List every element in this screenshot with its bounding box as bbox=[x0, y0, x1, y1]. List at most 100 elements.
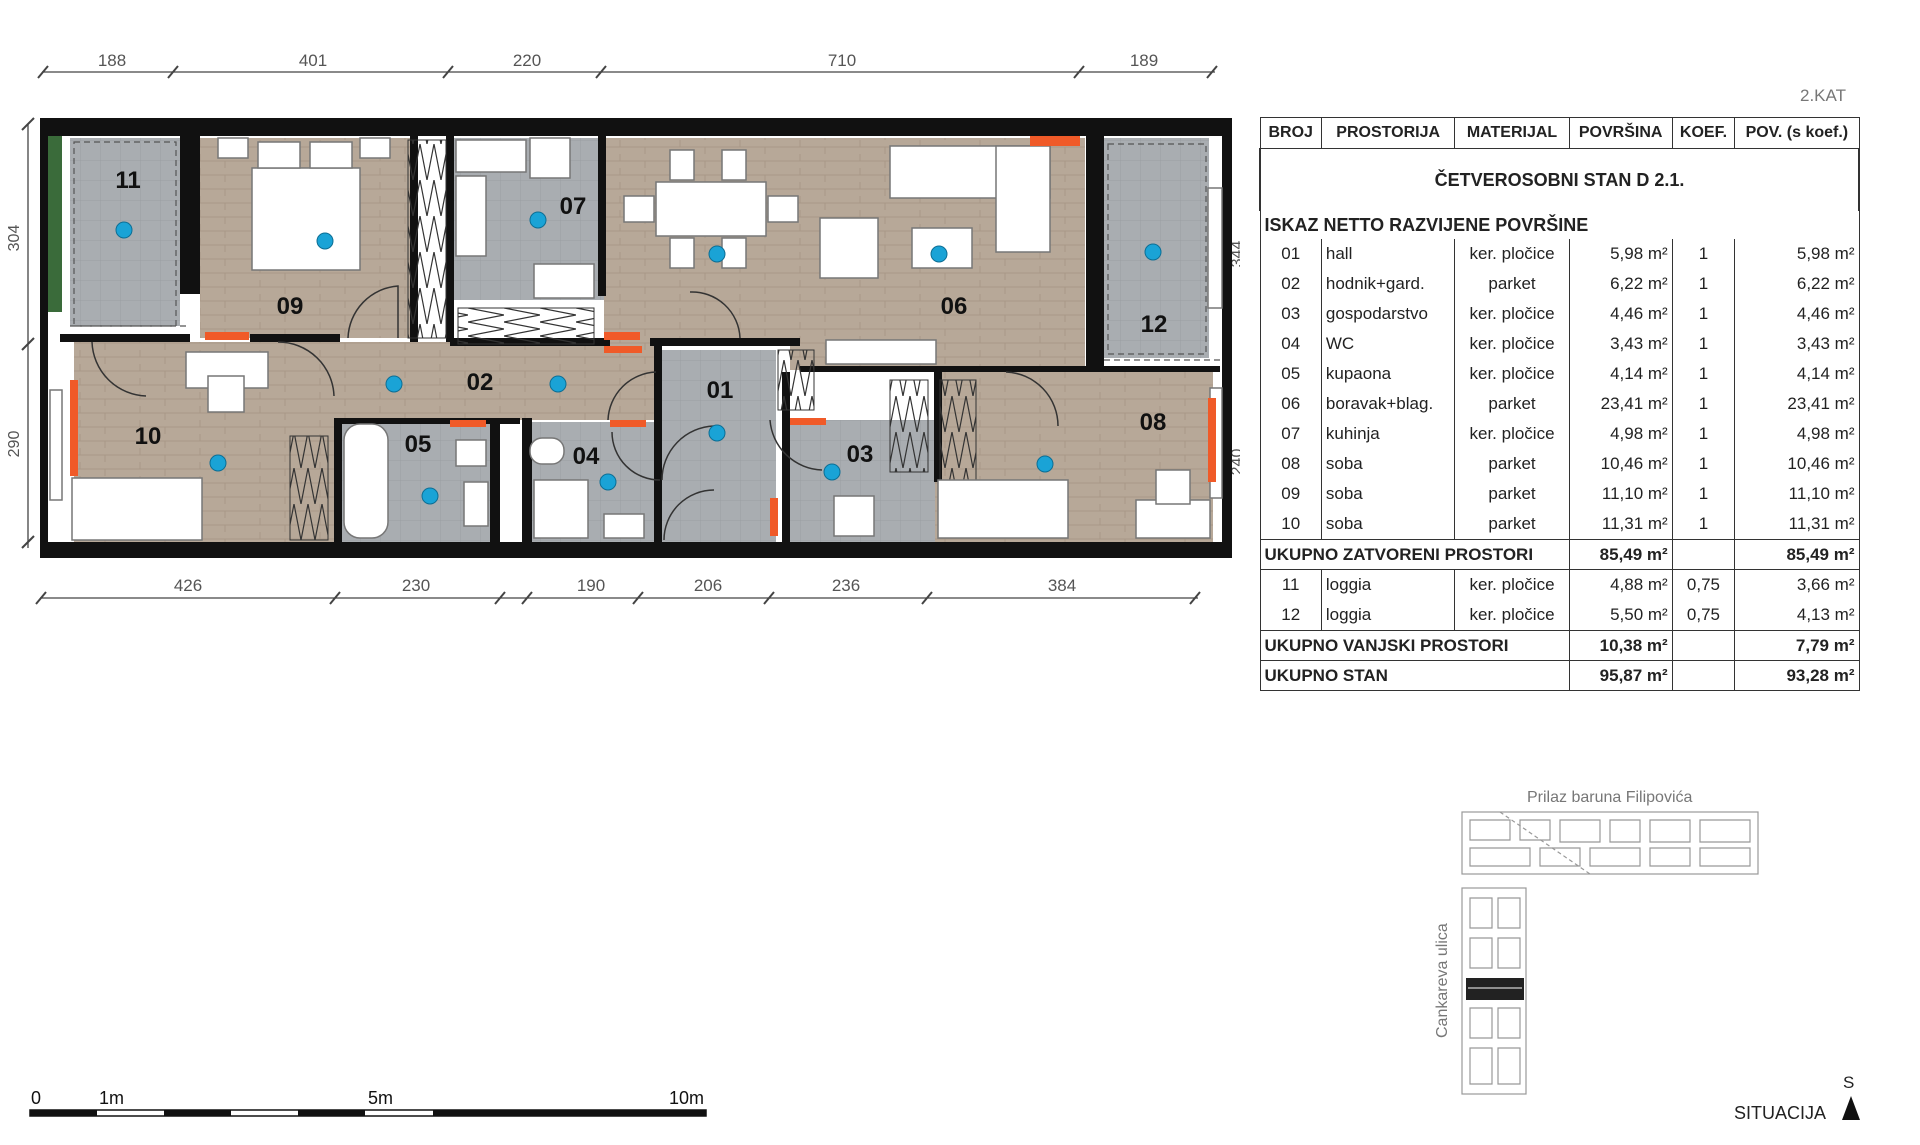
room-area: 11,10 m² bbox=[1568, 479, 1673, 509]
room-label-04: 04 bbox=[573, 443, 600, 470]
col-prostorija: PROSTORIJA bbox=[1320, 117, 1456, 149]
room-area-coef: 11,10 m² bbox=[1734, 479, 1860, 509]
situation-street-top: Prilaz baruna Filipovića bbox=[1527, 789, 1693, 806]
total-open-area: 10,38 m² bbox=[1568, 630, 1673, 661]
room-area-coef: 6,22 m² bbox=[1734, 269, 1860, 299]
room-name: soba bbox=[1320, 479, 1456, 509]
room-number: 09 bbox=[1259, 479, 1322, 509]
room-coef: 1 bbox=[1671, 449, 1736, 479]
north-arrow-icon bbox=[1842, 1096, 1860, 1120]
room-coef: 0,75 bbox=[1671, 569, 1736, 600]
room-area: 5,98 m² bbox=[1568, 239, 1673, 269]
room-area: 4,88 m² bbox=[1568, 569, 1673, 600]
room-number: 05 bbox=[1259, 359, 1322, 389]
room-material: ker. pločice bbox=[1454, 239, 1570, 269]
room-name: WC bbox=[1320, 329, 1456, 359]
table-row: 09 soba parket 11,10 m² 1 11,10 m² bbox=[1259, 479, 1860, 509]
col-koef: KOEF. bbox=[1671, 117, 1736, 149]
room-name: loggia bbox=[1320, 600, 1456, 631]
room-area: 5,50 m² bbox=[1568, 600, 1673, 631]
situation-street-left: Cankareva ulica bbox=[1434, 923, 1451, 1038]
total-all-area-coef: 93,28 m² bbox=[1734, 660, 1860, 691]
scale-label-10m: 10m bbox=[669, 1088, 704, 1108]
total-closed-area: 85,49 m² bbox=[1568, 539, 1673, 570]
total-open-label: UKUPNO VANJSKI PROSTORI bbox=[1259, 630, 1570, 661]
room-material: ker. pločice bbox=[1454, 329, 1570, 359]
room-area-coef: 3,43 m² bbox=[1734, 329, 1860, 359]
dimension-line-top bbox=[37, 65, 1218, 79]
room-area-coef: 4,14 m² bbox=[1734, 359, 1860, 389]
total-closed-row: UKUPNO ZATVORENI PROSTORI 85,49 m² 85,49… bbox=[1259, 539, 1860, 570]
total-all-row: UKUPNO STAN 95,87 m² 93,28 m² bbox=[1259, 660, 1860, 691]
room-area-coef: 23,41 m² bbox=[1734, 389, 1860, 419]
floor-label: 2.KAT bbox=[1800, 86, 1846, 105]
room-number: 11 bbox=[1259, 569, 1322, 600]
room-number: 06 bbox=[1259, 389, 1322, 419]
room-coef: 1 bbox=[1671, 269, 1736, 299]
room-area: 3,43 m² bbox=[1568, 329, 1673, 359]
dim-bottom-3: 190 bbox=[577, 576, 605, 595]
table-row: 05 kupaona ker. pločice 4,14 m² 1 4,14 m² bbox=[1259, 359, 1860, 389]
room-material: parket bbox=[1454, 449, 1570, 479]
room-label-09: 09 bbox=[277, 293, 304, 320]
room-area-coef: 4,13 m² bbox=[1734, 600, 1860, 631]
dimension-line-left bbox=[21, 117, 35, 549]
dimension-line-bottom bbox=[35, 591, 1201, 605]
room-area-coef: 5,98 m² bbox=[1734, 239, 1860, 269]
room-name: gospodarstvo bbox=[1320, 299, 1456, 329]
room-area-coef: 4,46 m² bbox=[1734, 299, 1860, 329]
total-all-label: UKUPNO STAN bbox=[1259, 660, 1570, 691]
total-open-row: UKUPNO VANJSKI PROSTORI 10,38 m² 7,79 m² bbox=[1259, 630, 1860, 661]
room-area: 10,46 m² bbox=[1568, 449, 1673, 479]
dim-bottom-6: 384 bbox=[1048, 576, 1076, 595]
room-label-07: 07 bbox=[560, 193, 587, 220]
scale-label-0: 0 bbox=[31, 1088, 41, 1108]
room-number: 08 bbox=[1259, 449, 1322, 479]
room-area: 23,41 m² bbox=[1568, 389, 1673, 419]
table-row: 10 soba parket 11,31 m² 1 11,31 m² bbox=[1259, 509, 1860, 540]
room-material: ker. pločice bbox=[1454, 419, 1570, 449]
room-material: parket bbox=[1454, 479, 1570, 509]
room-label-06: 06 bbox=[941, 293, 968, 320]
dim-top-3: 220 bbox=[513, 51, 541, 70]
room-label-12: 12 bbox=[1141, 311, 1168, 338]
room-name: hodnik+gard. bbox=[1320, 269, 1456, 299]
room-number: 02 bbox=[1259, 269, 1322, 299]
scale-bar bbox=[29, 1109, 707, 1117]
table-row: 06 boravak+blag. parket 23,41 m² 1 23,41 m² bbox=[1259, 389, 1860, 419]
room-name: soba bbox=[1320, 509, 1456, 540]
room-number: 10 bbox=[1259, 509, 1322, 540]
dim-top-4: 710 bbox=[828, 51, 856, 70]
room-label-01: 01 bbox=[707, 377, 734, 404]
scale-label-1m: 1m bbox=[99, 1088, 124, 1108]
table-row: 08 soba parket 10,46 m² 1 10,46 m² bbox=[1259, 449, 1860, 479]
room-name: hall bbox=[1320, 239, 1456, 269]
room-number: 03 bbox=[1259, 299, 1322, 329]
room-name: loggia bbox=[1320, 569, 1456, 600]
table-row: 04 WC ker. pločice 3,43 m² 1 3,43 m² bbox=[1259, 329, 1860, 359]
total-closed-label: UKUPNO ZATVORENI PROSTORI bbox=[1259, 539, 1570, 570]
table-row: 01 hall ker. pločice 5,98 m² 1 5,98 m² bbox=[1259, 239, 1860, 269]
dim-top-2: 401 bbox=[299, 51, 327, 70]
room-coef: 0,75 bbox=[1671, 600, 1736, 631]
total-closed-area-coef: 85,49 m² bbox=[1734, 539, 1860, 570]
total-open-area-coef: 7,79 m² bbox=[1734, 630, 1860, 661]
situation-map bbox=[1461, 811, 1759, 1095]
dim-top-5: 189 bbox=[1130, 51, 1158, 70]
room-coef: 1 bbox=[1671, 299, 1736, 329]
room-material: parket bbox=[1454, 269, 1570, 299]
room-material: parket bbox=[1454, 389, 1570, 419]
table-row: 03 gospodarstvo ker. pločice 4,46 m² 1 4,46 m… bbox=[1259, 299, 1860, 329]
table-row: 07 kuhinja ker. pločice 4,98 m² 1 4,98 m² bbox=[1259, 419, 1860, 449]
room-material: ker. pločice bbox=[1454, 359, 1570, 389]
room-area: 11,31 m² bbox=[1568, 509, 1673, 540]
room-area-coef: 11,31 m² bbox=[1734, 509, 1860, 540]
situation-label: SITUACIJA bbox=[1734, 1103, 1827, 1123]
area-table: ČETVEROSOBNI STAN D 2.1. ISKAZ NETTO RAZ… bbox=[1259, 117, 1860, 691]
room-label-11: 11 bbox=[115, 167, 140, 194]
room-coef: 1 bbox=[1671, 509, 1736, 540]
room-material: ker. pločice bbox=[1454, 600, 1570, 631]
room-area-coef: 3,66 m² bbox=[1734, 569, 1860, 600]
room-material: ker. pločice bbox=[1454, 299, 1570, 329]
dim-left-1: 304 bbox=[6, 225, 23, 252]
